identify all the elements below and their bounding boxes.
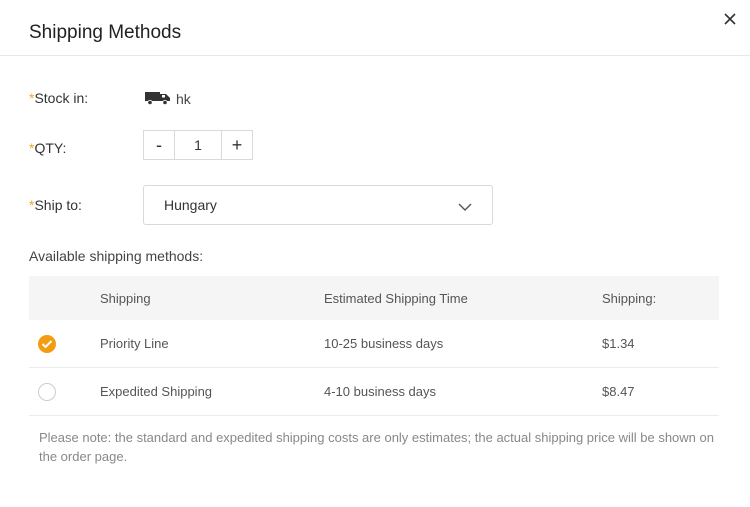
qty-label: QTY: [34,140,67,156]
chevron-down-icon [458,199,472,215]
method-name: Priority Line [100,336,169,351]
method-time: 4-10 business days [324,384,437,399]
stock-value: hk [145,90,191,108]
quantity-stepper: - 1 + [143,130,253,160]
table-row[interactable]: Expedited Shipping 4-10 business days $8… [29,368,719,416]
check-icon [41,339,53,348]
table-row[interactable]: Priority Line 10-25 business days $1.34 [29,320,719,368]
method-cost: $1.34 [602,336,635,351]
truck-icon [145,91,176,108]
header-cost: Shipping: [602,290,657,306]
dialog-title: Shipping Methods [29,22,182,43]
ship-to-select[interactable]: Hungary [143,185,493,225]
close-icon[interactable] [720,9,740,29]
dialog-header: Shipping Methods [0,0,750,56]
stock-label: Stock in: [34,90,89,106]
qty-input[interactable]: 1 [175,131,221,159]
table-header: Shipping Estimated Shipping Time Shippin… [29,276,719,320]
ship-to-value: Hungary [164,197,217,213]
qty-decrease-button[interactable]: - [144,131,175,159]
available-methods-label: Available shipping methods: [29,248,204,264]
header-shipping: Shipping [100,290,151,306]
method-cost: $8.47 [602,384,635,399]
shipping-methods-table: Shipping Estimated Shipping Time Shippin… [29,276,719,416]
radio-selected[interactable] [38,334,56,353]
stock-label-row: *Stock in: [29,90,88,106]
radio-unselected[interactable] [38,382,56,401]
method-name: Expedited Shipping [100,384,213,399]
ship-to-label: Ship to: [34,197,82,213]
shipping-note: Please note: the standard and expedited … [39,430,714,464]
qty-increase-button[interactable]: + [221,131,252,159]
ship-to-label-row: *Ship to: [29,197,82,213]
header-time: Estimated Shipping Time [324,290,468,306]
qty-label-row: *QTY: [29,140,66,156]
method-time: 10-25 business days [324,336,444,351]
stock-location: hk [176,91,191,107]
